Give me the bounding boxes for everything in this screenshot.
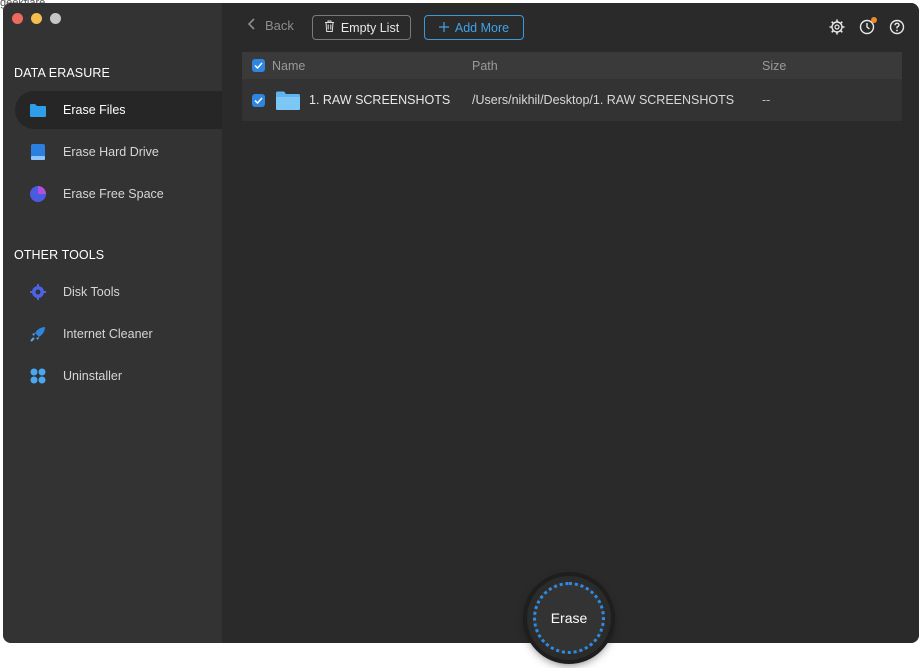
notification-dot (871, 17, 877, 23)
zoom-window-button[interactable] (50, 13, 61, 24)
watermark-text: geekflare (0, 0, 46, 9)
sidebar-item-label: Erase Files (63, 103, 126, 117)
toolbar: Back Empty List Add More (222, 3, 919, 51)
close-window-button[interactable] (12, 13, 23, 24)
minimize-window-button[interactable] (31, 13, 42, 24)
section-title-other-tools: OTHER TOOLS (14, 248, 105, 262)
select-all-checkbox[interactable] (252, 59, 265, 72)
sidebar-item-internet-cleaner[interactable]: Internet Cleaner (15, 315, 222, 353)
background-strip (0, 643, 922, 668)
row-name: 1. RAW SCREENSHOTS (309, 93, 451, 107)
folder-icon (29, 101, 47, 119)
file-table: Name Path Size 1. RAW SCREENSHOTS /Users… (242, 52, 902, 121)
hard-drive-icon (29, 143, 47, 161)
column-header-name[interactable]: Name (272, 59, 305, 73)
table-header: Name Path Size (242, 52, 902, 79)
toolbar-icons (829, 17, 905, 40)
history-clock-icon[interactable] (859, 17, 877, 40)
back-button[interactable]: Back (247, 18, 294, 33)
sidebar-item-disk-tools[interactable]: Disk Tools (15, 273, 222, 311)
window-controls (12, 13, 61, 24)
sidebar-item-erase-files[interactable]: Erase Files (15, 91, 222, 129)
help-icon[interactable] (889, 19, 905, 40)
row-path: /Users/nikhil/Desktop/1. RAW SCREENSHOTS (472, 93, 735, 107)
sidebar-item-label: Disk Tools (63, 285, 120, 299)
row-size: -- (762, 93, 771, 107)
folder-icon (276, 91, 300, 113)
chevron-left-icon (247, 18, 255, 33)
sidebar-item-label: Uninstaller (63, 369, 123, 383)
settings-gear-icon[interactable] (829, 19, 845, 40)
gear-chip-icon (29, 283, 47, 301)
app-window: DATA ERASURE Erase Files Erase Hard Driv… (3, 3, 919, 643)
main-panel: Back Empty List Add More Name Path Size … (222, 3, 919, 643)
add-more-button[interactable]: Add More (424, 15, 524, 40)
sidebar-item-erase-free-space[interactable]: Erase Free Space (15, 175, 222, 213)
rocket-icon (29, 325, 47, 343)
add-more-label: Add More (454, 20, 510, 35)
empty-list-label: Empty List (340, 20, 400, 35)
erase-button[interactable]: Erase (533, 582, 605, 654)
sidebar-item-erase-hard-drive[interactable]: Erase Hard Drive (15, 133, 222, 171)
pie-chart-icon (29, 185, 47, 203)
sidebar: DATA ERASURE Erase Files Erase Hard Driv… (3, 3, 222, 643)
sidebar-item-label: Internet Cleaner (63, 327, 153, 341)
sidebar-item-label: Erase Free Space (63, 187, 164, 201)
empty-list-button[interactable]: Empty List (312, 15, 411, 40)
column-header-path[interactable]: Path (472, 59, 498, 73)
sidebar-item-uninstaller[interactable]: Uninstaller (15, 357, 222, 395)
column-header-size[interactable]: Size (762, 59, 786, 73)
table-row[interactable]: 1. RAW SCREENSHOTS /Users/nikhil/Desktop… (242, 79, 902, 121)
plus-icon (438, 21, 449, 35)
erase-button-ring: Erase (527, 576, 611, 660)
row-checkbox[interactable] (252, 93, 265, 107)
trash-icon (324, 20, 335, 35)
section-title-data-erasure: DATA ERASURE (14, 66, 110, 80)
back-label: Back (265, 18, 294, 33)
apps-grid-icon (29, 367, 47, 385)
sidebar-item-label: Erase Hard Drive (63, 145, 159, 159)
